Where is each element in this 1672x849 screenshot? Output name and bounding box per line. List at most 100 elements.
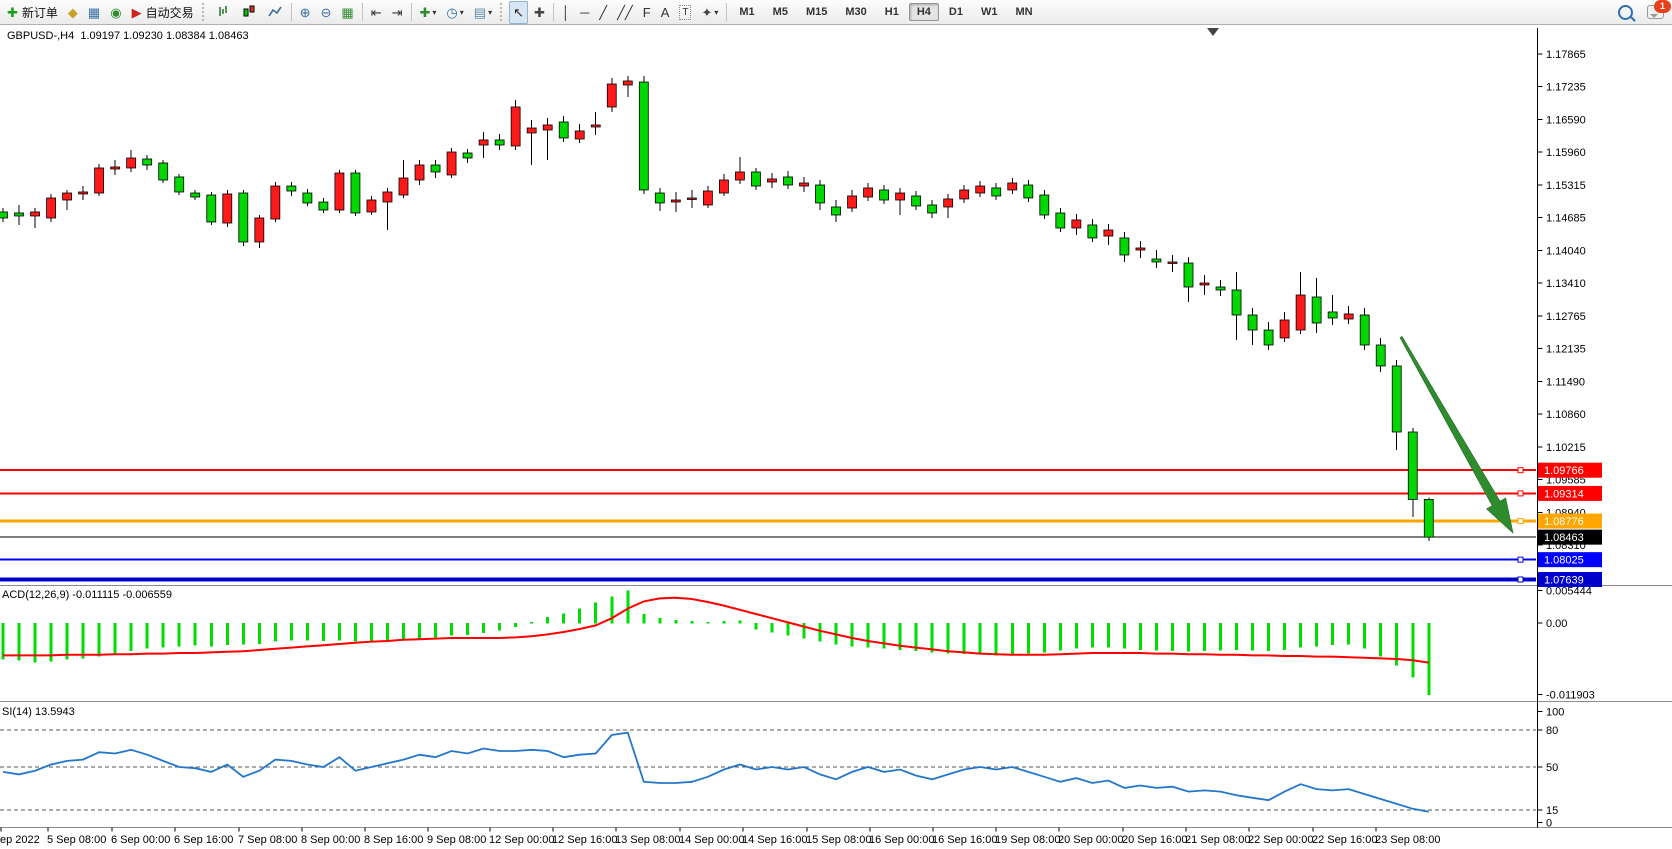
candle[interactable] xyxy=(1392,366,1401,432)
candle[interactable] xyxy=(767,179,776,182)
candle[interactable] xyxy=(1200,283,1209,285)
candle[interactable] xyxy=(431,165,440,172)
candle[interactable] xyxy=(1008,183,1017,190)
candle[interactable] xyxy=(944,199,953,207)
candle[interactable] xyxy=(1216,287,1225,290)
candle[interactable] xyxy=(1424,499,1433,537)
candle[interactable] xyxy=(960,190,969,199)
candle[interactable] xyxy=(495,140,504,145)
candle[interactable] xyxy=(1280,320,1289,338)
line-handle[interactable] xyxy=(1518,491,1523,496)
candle[interactable] xyxy=(0,212,8,218)
zoom-in-button[interactable]: ⊕ xyxy=(296,1,315,24)
candle[interactable] xyxy=(1024,185,1033,198)
arrows-button[interactable]: ✦▾ xyxy=(697,1,722,24)
candle[interactable] xyxy=(671,200,680,202)
market-watch-button[interactable]: ▦ xyxy=(84,1,104,24)
candle[interactable] xyxy=(15,213,24,216)
candle[interactable] xyxy=(735,172,744,180)
candle[interactable] xyxy=(976,186,985,193)
candle[interactable] xyxy=(303,193,312,203)
candle[interactable] xyxy=(1104,230,1113,236)
timeframe-h1-button[interactable]: H1 xyxy=(877,3,907,21)
candle[interactable] xyxy=(1136,248,1145,250)
candle[interactable] xyxy=(367,200,376,212)
new-chart-button[interactable]: ✚▾ xyxy=(416,1,441,24)
candle[interactable] xyxy=(687,198,696,200)
text-label-button[interactable]: T xyxy=(675,1,695,24)
candle[interactable] xyxy=(880,190,889,200)
candle[interactable] xyxy=(1296,295,1305,330)
profiles-button[interactable]: ◆ xyxy=(64,1,82,24)
candle[interactable] xyxy=(783,177,792,185)
crosshair-button[interactable]: ✚ xyxy=(530,1,549,24)
candle[interactable] xyxy=(1056,213,1065,228)
zoom-out-button[interactable]: ⊖ xyxy=(316,1,335,24)
candle[interactable] xyxy=(223,194,232,223)
chart-canvas[interactable]: 1.178651.172351.165901.159601.153151.146… xyxy=(0,0,1672,849)
candle[interactable] xyxy=(1152,259,1161,262)
timeframe-d1-button[interactable]: D1 xyxy=(941,3,971,21)
candle[interactable] xyxy=(800,183,809,186)
candle[interactable] xyxy=(1344,314,1353,319)
timeframe-m5-button[interactable]: M5 xyxy=(765,3,796,21)
timeframe-h4-button[interactable]: H4 xyxy=(909,3,939,21)
candle[interactable] xyxy=(1360,315,1369,345)
candle[interactable] xyxy=(127,158,136,168)
auto-trading-button[interactable]: ▶自动交易 xyxy=(128,1,198,24)
candle[interactable] xyxy=(415,165,424,180)
candle[interactable] xyxy=(479,140,488,145)
candle[interactable] xyxy=(848,196,857,208)
notifications-icon[interactable]: 1 xyxy=(1647,5,1664,19)
periods-button[interactable]: ◷▾ xyxy=(442,1,467,24)
candle[interactable] xyxy=(1232,290,1241,315)
candle[interactable] xyxy=(1376,345,1385,366)
candlestick-chart-button[interactable] xyxy=(237,1,261,24)
candle[interactable] xyxy=(864,188,873,197)
horizontal-line-button[interactable]: ─ xyxy=(576,1,593,24)
timeframe-m30-button[interactable]: M30 xyxy=(837,3,874,21)
vertical-line-button[interactable]: │ xyxy=(558,1,574,24)
bar-chart-button[interactable] xyxy=(211,1,235,24)
candle[interactable] xyxy=(543,125,552,130)
tile-windows-button[interactable]: ▦ xyxy=(337,1,357,24)
timeframe-mn-button[interactable]: MN xyxy=(1007,3,1040,21)
candle[interactable] xyxy=(207,195,216,222)
candle[interactable] xyxy=(47,198,56,218)
candle[interactable] xyxy=(607,84,616,107)
candle[interactable] xyxy=(1248,315,1257,330)
candle[interactable] xyxy=(335,173,344,210)
timeframe-m1-button[interactable]: M1 xyxy=(731,3,762,21)
chart-shift-button[interactable]: ⇤ xyxy=(367,1,386,24)
candle[interactable] xyxy=(623,81,632,85)
candle[interactable] xyxy=(575,131,584,139)
chart-shift-marker-icon[interactable] xyxy=(1207,28,1219,36)
candle[interactable] xyxy=(287,186,296,191)
candle[interactable] xyxy=(1312,297,1321,323)
candle[interactable] xyxy=(1264,330,1273,345)
candle[interactable] xyxy=(896,193,905,200)
candle[interactable] xyxy=(175,177,184,192)
candle[interactable] xyxy=(816,185,825,203)
line-handle[interactable] xyxy=(1518,557,1523,562)
candle[interactable] xyxy=(1408,432,1417,499)
candle[interactable] xyxy=(143,159,152,165)
search-icon[interactable] xyxy=(1618,5,1633,20)
candle[interactable] xyxy=(1040,195,1049,215)
candle[interactable] xyxy=(31,212,40,216)
candle[interactable] xyxy=(992,188,1001,196)
candle[interactable] xyxy=(1184,263,1193,287)
candle[interactable] xyxy=(719,180,728,193)
candle[interactable] xyxy=(655,193,664,203)
candle[interactable] xyxy=(271,186,280,219)
candle[interactable] xyxy=(527,128,536,133)
cursor-button[interactable]: ↖ xyxy=(509,1,528,24)
text-button[interactable]: A xyxy=(657,1,674,24)
candle[interactable] xyxy=(912,196,921,206)
candle[interactable] xyxy=(1088,225,1097,238)
candle[interactable] xyxy=(239,193,248,242)
timeframe-m15-button[interactable]: M15 xyxy=(798,3,835,21)
candle[interactable] xyxy=(399,178,408,195)
candle[interactable] xyxy=(95,168,104,193)
candle[interactable] xyxy=(928,205,937,213)
